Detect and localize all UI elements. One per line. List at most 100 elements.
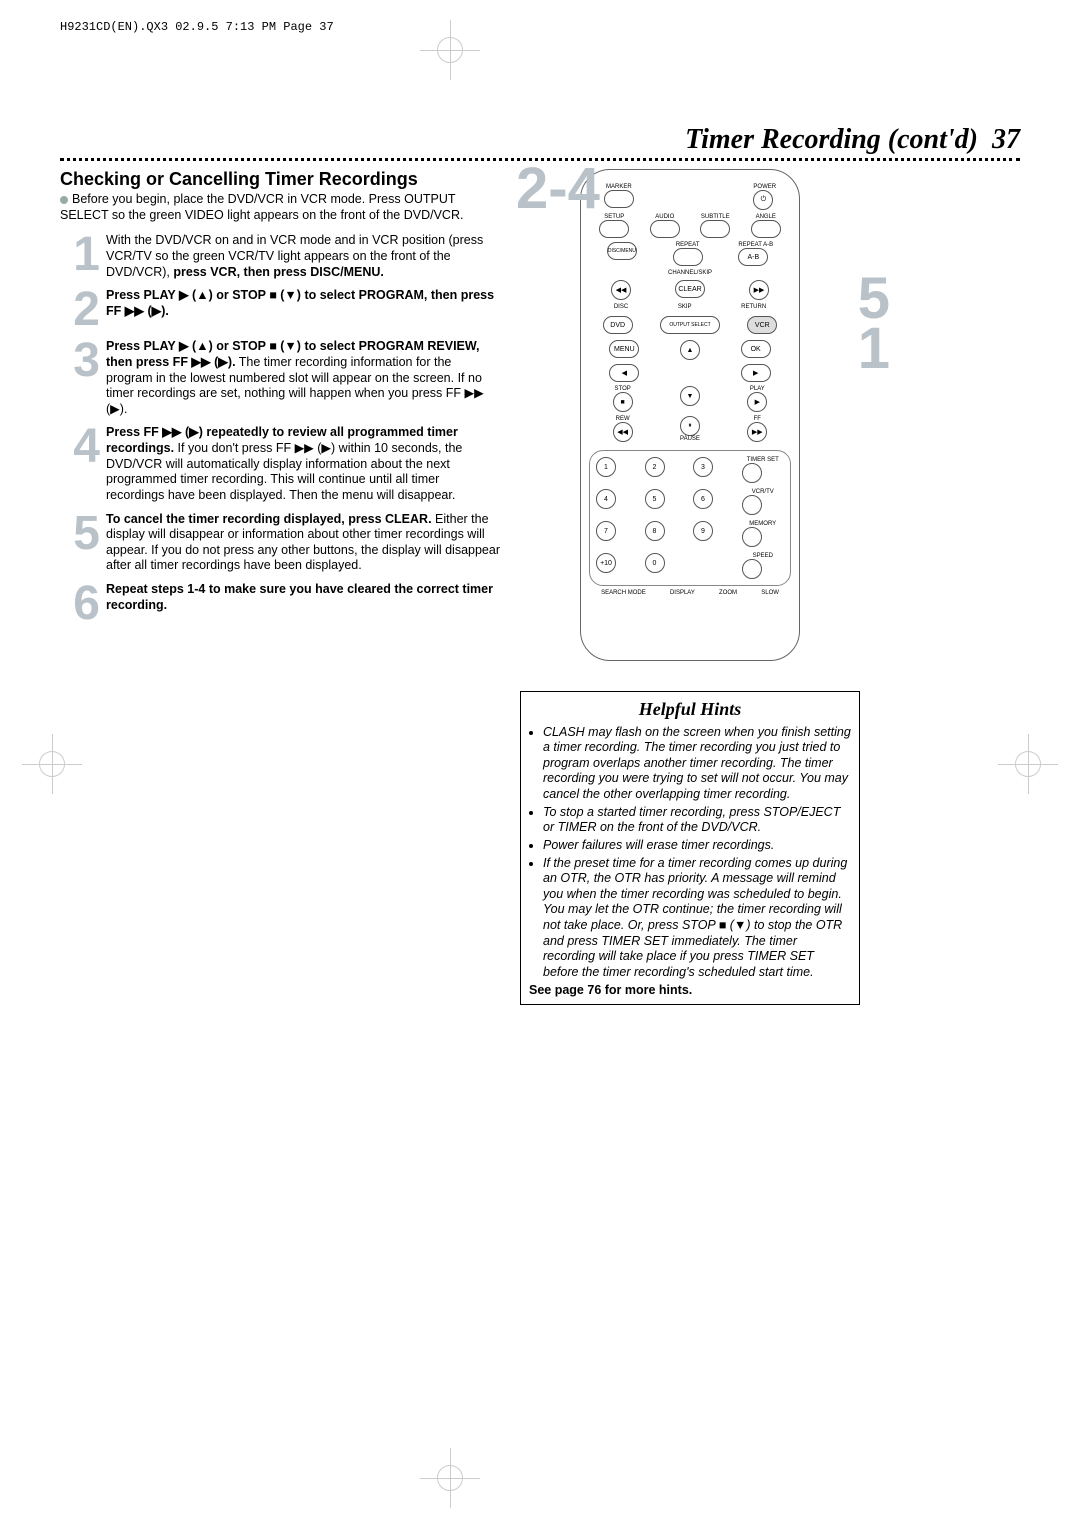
section-heading: Checking or Cancelling Timer Recordings — [60, 169, 500, 190]
intro-text: Before you begin, place the DVD/VCR in V… — [60, 192, 463, 222]
lbl-skip: SKIP — [678, 304, 692, 310]
btn-subtitle — [700, 220, 730, 238]
numpad-+10: +10 — [596, 553, 616, 573]
lbl-power: POWER — [753, 184, 776, 190]
hint-item: If the preset time for a timer recording… — [543, 856, 851, 981]
btn-rew: ◀◀ — [613, 422, 633, 442]
lbl-pause: PAUSE — [680, 436, 700, 442]
numpad-VCR/TV: VCR/TV — [742, 489, 785, 515]
btn-menu: MENU — [609, 340, 639, 358]
step-body: With the DVD/VCR on and in VCR mode and … — [106, 233, 500, 280]
btn-skipback: ◀◀ — [611, 280, 631, 300]
step-number: 1 — [60, 233, 100, 280]
callout-1: 1 — [858, 315, 890, 382]
hints-list: CLASH may flash on the screen when you f… — [543, 725, 851, 981]
btn-repeat — [673, 248, 703, 266]
btn-marker — [604, 190, 634, 208]
step-1: 1With the DVD/VCR on and in VCR mode and… — [60, 233, 500, 280]
step-number: 4 — [60, 425, 100, 503]
chapter-title: Timer Recording (cont'd) 37 — [60, 124, 1020, 156]
bullet-icon — [60, 196, 68, 204]
left-column: Checking or Cancelling Timer Recordings … — [60, 169, 500, 1005]
btn-audio — [650, 220, 680, 238]
btn-repeatab: A-B — [738, 248, 768, 266]
btn-left: ◀ — [609, 364, 639, 382]
numpad-TIMER SET: TIMER SET — [742, 457, 785, 483]
step-body: Repeat steps 1-4 to make sure you have c… — [106, 582, 500, 625]
lbl-repeat: REPEAT — [673, 242, 703, 248]
callout-2-4: 2-4 — [516, 155, 600, 222]
btn-outputselect: OUTPUT SELECT — [660, 316, 720, 334]
btn-dvd: DVD — [603, 316, 633, 334]
lbl-disc: DISC — [614, 304, 628, 310]
slugline: H9231CD(EN).QX3 02.9.5 7:13 PM Page 37 — [60, 20, 1020, 34]
lbl-play: PLAY — [747, 386, 767, 392]
step-body: Press FF ▶▶ (▶) repeatedly to review all… — [106, 425, 500, 503]
step-3: 3Press PLAY ▶ (▲) or STOP ■ (▼) to selec… — [60, 339, 500, 417]
numpad-6: 6 — [693, 489, 713, 509]
lbl-channelskip: CHANNEL/SKIP — [589, 270, 791, 276]
lbl-audio: AUDIO — [650, 214, 680, 220]
page-number: 37 — [992, 124, 1020, 155]
numpad-9: 9 — [693, 521, 713, 541]
lbl-return: RETURN — [741, 304, 766, 310]
numpad-MEMORY: MEMORY — [742, 521, 785, 547]
step-body: Press PLAY ▶ (▲) or STOP ■ (▼) to select… — [106, 288, 500, 331]
hints-footer: See page 76 for more hints. — [529, 983, 851, 999]
btn-skipfwd: ▶▶ — [749, 280, 769, 300]
numpad-5: 5 — [645, 489, 665, 509]
btn-ff: ▶▶ — [747, 422, 767, 442]
lbl-ff: FF — [747, 416, 767, 422]
numpad-7: 7 — [596, 521, 616, 541]
step-number: 5 — [60, 512, 100, 575]
numpad-8: 8 — [645, 521, 665, 541]
hint-item: CLASH may flash on the screen when you f… — [543, 725, 851, 803]
numpad-2: 2 — [645, 457, 665, 477]
btn-vcr: VCR — [747, 316, 777, 334]
btn-discmenu: DISC/MENU — [607, 242, 637, 260]
numpad-3: 3 — [693, 457, 713, 477]
btn-power: ⏻ — [753, 190, 773, 210]
btn-pause: ⏸ — [680, 416, 700, 436]
numpad-0: 0 — [645, 553, 665, 573]
lbl-angle: ANGLE — [751, 214, 781, 220]
lbl-subtitle: SUBTITLE — [700, 214, 730, 220]
numpad-SPEED: SPEED — [742, 553, 785, 579]
btn-angle — [751, 220, 781, 238]
step-5: 5To cancel the timer recording displayed… — [60, 512, 500, 575]
step-body: Press PLAY ▶ (▲) or STOP ■ (▼) to select… — [106, 339, 500, 417]
btn-stop: ■ — [613, 392, 633, 412]
lbl-searchmode: SEARCH MODE — [601, 590, 646, 596]
lbl-zoom: ZOOM — [719, 590, 737, 596]
step-2: 2Press PLAY ▶ (▲) or STOP ■ (▼) to selec… — [60, 288, 500, 331]
lbl-marker: MARKER — [604, 184, 634, 190]
btn-setup — [599, 220, 629, 238]
lbl-rew: REW — [613, 416, 633, 422]
lbl-setup: SETUP — [599, 214, 629, 220]
lbl-slow: SLOW — [761, 590, 779, 596]
btn-down: ▼ — [680, 386, 700, 406]
numpad-1: 1 — [596, 457, 616, 477]
page-container: H9231CD(EN).QX3 02.9.5 7:13 PM Page 37 T… — [60, 20, 1020, 1005]
lbl-stop: STOP — [613, 386, 633, 392]
step-4: 4Press FF ▶▶ (▶) repeatedly to review al… — [60, 425, 500, 503]
numpad-blank — [693, 553, 736, 579]
step-6: 6Repeat steps 1-4 to make sure you have … — [60, 582, 500, 625]
btn-up: ▲ — [680, 340, 700, 360]
numpad-frame: 1 2 3 TIMER SET 4 5 6 VCR/TV 7 8 9 MEMORY +10 0 SPEED — [589, 450, 791, 586]
hint-item: To stop a started timer recording, press… — [543, 805, 851, 836]
step-number: 6 — [60, 582, 100, 625]
lbl-display: DISPLAY — [670, 590, 695, 596]
btn-play: ▶ — [747, 392, 767, 412]
step-body: To cancel the timer recording displayed,… — [106, 512, 500, 575]
lbl-repeatab: REPEAT A-B — [738, 242, 773, 248]
hints-box: Helpful Hints CLASH may flash on the scr… — [520, 691, 860, 1005]
btn-clear: CLEAR — [675, 280, 705, 298]
section-intro: Before you begin, place the DVD/VCR in V… — [60, 192, 500, 223]
btn-right: ▶ — [741, 364, 771, 382]
remote-illustration: MARKER POWER⏻ SETUP AUDIO SUBTITLE ANGLE… — [580, 169, 800, 661]
btn-ok: OK — [741, 340, 771, 358]
numpad-4: 4 — [596, 489, 616, 509]
step-number: 3 — [60, 339, 100, 417]
hint-item: Power failures will erase timer recordin… — [543, 838, 851, 854]
